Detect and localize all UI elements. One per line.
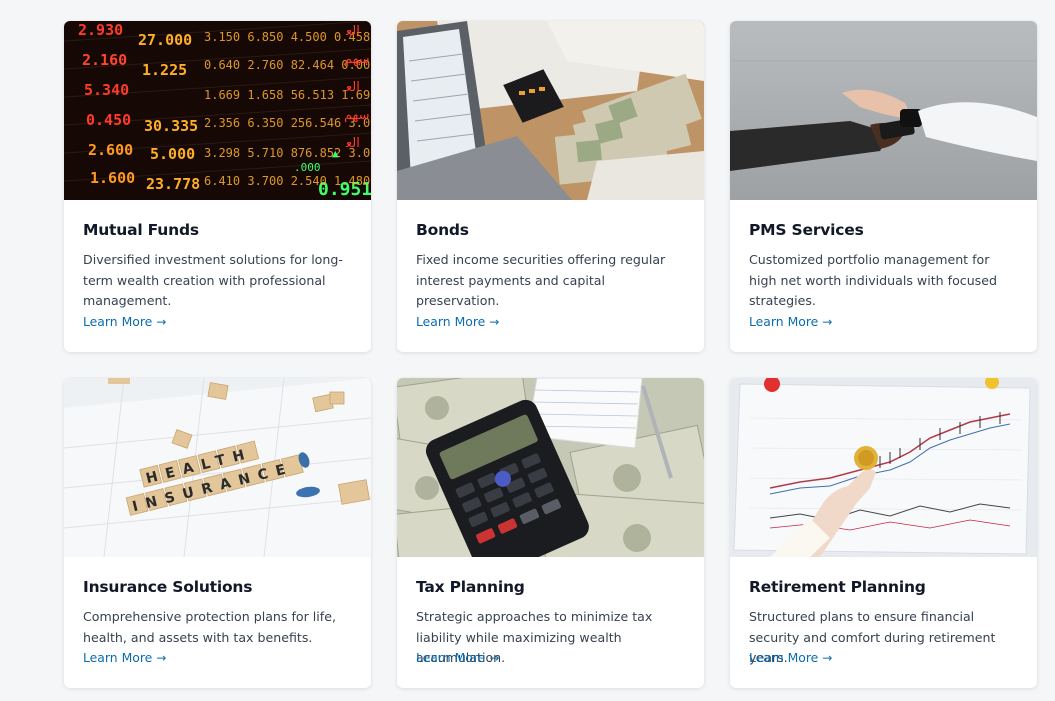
- card-description: Comprehensive protection plans for life,…: [83, 609, 336, 645]
- service-card-mutual-funds: 2.930 27.000 2.160 1.225 5.340 0.450 30.…: [64, 21, 371, 352]
- link-label: Learn More: [749, 650, 819, 665]
- pms-services-image: [730, 21, 1037, 200]
- ticker-value: 2.930: [78, 21, 123, 39]
- ticker-value: 5.340: [84, 81, 129, 99]
- svg-text:6.410 3.700 2.540 1.480: 6.410 3.700 2.540 1.480: [204, 174, 370, 188]
- tax-planning-image: [397, 378, 704, 557]
- service-card-tax-planning: Tax Planning Strategic approaches to min…: [397, 378, 704, 688]
- svg-text:ﺍﻟﻌ: ﺍﻟﻌ: [345, 23, 360, 38]
- arrow-right-icon: →: [156, 314, 167, 329]
- card-title: Insurance Solutions: [83, 578, 253, 596]
- svg-text:▲: ▲: [332, 147, 339, 160]
- card-title: Mutual Funds: [83, 221, 199, 239]
- learn-more-link-tax-planning[interactable]: Learn More →: [416, 650, 499, 665]
- card-body: Retirement Planning Structured plans to …: [730, 557, 1037, 688]
- ticker-value: 2.600: [88, 141, 133, 159]
- card-title: Tax Planning: [416, 578, 525, 596]
- link-label: Learn More: [416, 650, 486, 665]
- ticker-value: 30.335: [144, 117, 198, 135]
- arrow-right-icon: →: [822, 314, 833, 329]
- card-description: Strategic approaches to minimize tax lia…: [416, 609, 653, 665]
- service-card-insurance-solutions: HEALTH INSURANCE Insurance Solutions Com…: [64, 378, 371, 688]
- ticker-value: 0.450: [86, 111, 131, 129]
- card-description: Diversified investment solutions for lon…: [83, 252, 343, 308]
- card-title: Bonds: [416, 221, 469, 239]
- arrow-right-icon: →: [156, 650, 167, 665]
- link-label: Learn More: [416, 314, 486, 329]
- svg-text:ﺳﻬﻢ: ﺳﻬﻢ: [344, 107, 370, 123]
- services-grid: 2.930 27.000 2.160 1.225 5.340 0.450 30.…: [64, 21, 1037, 688]
- bonds-image: [397, 21, 704, 200]
- link-label: Learn More: [83, 314, 153, 329]
- svg-text:.000: .000: [294, 161, 321, 174]
- ticker-value: 2.160: [82, 51, 127, 69]
- service-card-pms-services: PMS Services Customized portfolio manage…: [730, 21, 1037, 352]
- retirement-planning-image: [730, 378, 1037, 557]
- card-body: Insurance Solutions Comprehensive protec…: [64, 557, 371, 688]
- learn-more-link-retirement-planning[interactable]: Learn More →: [749, 650, 832, 665]
- card-body: Bonds Fixed income securities offering r…: [397, 200, 704, 352]
- service-card-bonds: Bonds Fixed income securities offering r…: [397, 21, 704, 352]
- learn-more-link-mutual-funds[interactable]: Learn More →: [83, 314, 166, 329]
- card-body: Tax Planning Strategic approaches to min…: [397, 557, 704, 688]
- arrow-right-icon: →: [489, 650, 500, 665]
- ticker-value: 1.600: [90, 169, 135, 187]
- mutual-funds-image: 2.930 27.000 2.160 1.225 5.340 0.450 30.…: [64, 21, 371, 200]
- ticker-value: 5.000: [150, 145, 195, 163]
- card-title: PMS Services: [749, 221, 864, 239]
- learn-more-link-pms-services[interactable]: Learn More →: [749, 314, 832, 329]
- svg-text:ﺍﻟﻌ: ﺍﻟﻌ: [345, 135, 360, 150]
- svg-text:ﺍﻟﻌ: ﺍﻟﻌ: [345, 79, 360, 94]
- card-body: Mutual Funds Diversified investment solu…: [64, 200, 371, 352]
- card-body: PMS Services Customized portfolio manage…: [730, 200, 1037, 352]
- card-description: Structured plans to ensure financial sec…: [749, 609, 996, 665]
- svg-text:ﺳﻬﻢ: ﺳﻬﻢ: [344, 51, 370, 67]
- ticker-value: 23.778: [146, 175, 200, 193]
- ticker-value: 1.225: [142, 61, 187, 79]
- link-label: Learn More: [83, 650, 153, 665]
- arrow-right-icon: →: [489, 314, 500, 329]
- learn-more-link-insurance-solutions[interactable]: Learn More →: [83, 650, 166, 665]
- arrow-right-icon: →: [822, 650, 833, 665]
- service-card-retirement-planning: Retirement Planning Structured plans to …: [730, 378, 1037, 688]
- card-description: Customized portfolio management for high…: [749, 252, 997, 308]
- learn-more-link-bonds[interactable]: Learn More →: [416, 314, 499, 329]
- ticker-value: 27.000: [138, 31, 192, 49]
- card-title: Retirement Planning: [749, 578, 926, 596]
- insurance-solutions-image: HEALTH INSURANCE: [64, 378, 371, 557]
- card-description: Fixed income securities offering regular…: [416, 252, 666, 308]
- link-label: Learn More: [749, 314, 819, 329]
